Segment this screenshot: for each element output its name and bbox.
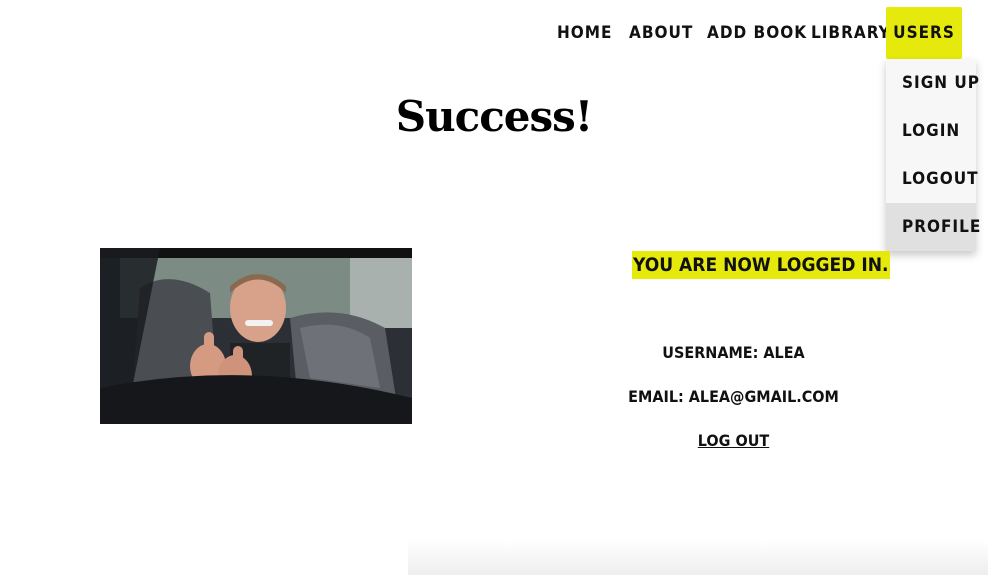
logout-link-row: LOG OUT [470, 431, 988, 450]
nav-add-book-link[interactable]: ADD BOOK [707, 7, 807, 59]
nav-about-link[interactable]: ABOUT [629, 7, 693, 59]
users-dropdown-menu: SIGN UP LOGIN LOGOUT PROFILE [886, 59, 980, 251]
login-status-message: YOU ARE NOW LOGGED IN. [632, 251, 890, 279]
nav-users-link[interactable]: USERS [886, 7, 962, 59]
page-title: Success! [395, 92, 593, 141]
nav-home-link[interactable]: HOME [557, 7, 612, 59]
bottom-fade [408, 540, 988, 575]
logout-link[interactable]: LOG OUT [698, 431, 769, 450]
success-gif-image [100, 248, 412, 424]
dropdown-item-logout[interactable]: LOGOUT [886, 155, 978, 203]
email-text: EMAIL: ALEA@GMAIL.COM [628, 387, 839, 406]
nav-library-link[interactable]: LIBRARY [811, 7, 891, 59]
dropdown-item-profile[interactable]: PROFILE [886, 203, 980, 251]
username-text: USERNAME: ALEA [662, 343, 805, 362]
